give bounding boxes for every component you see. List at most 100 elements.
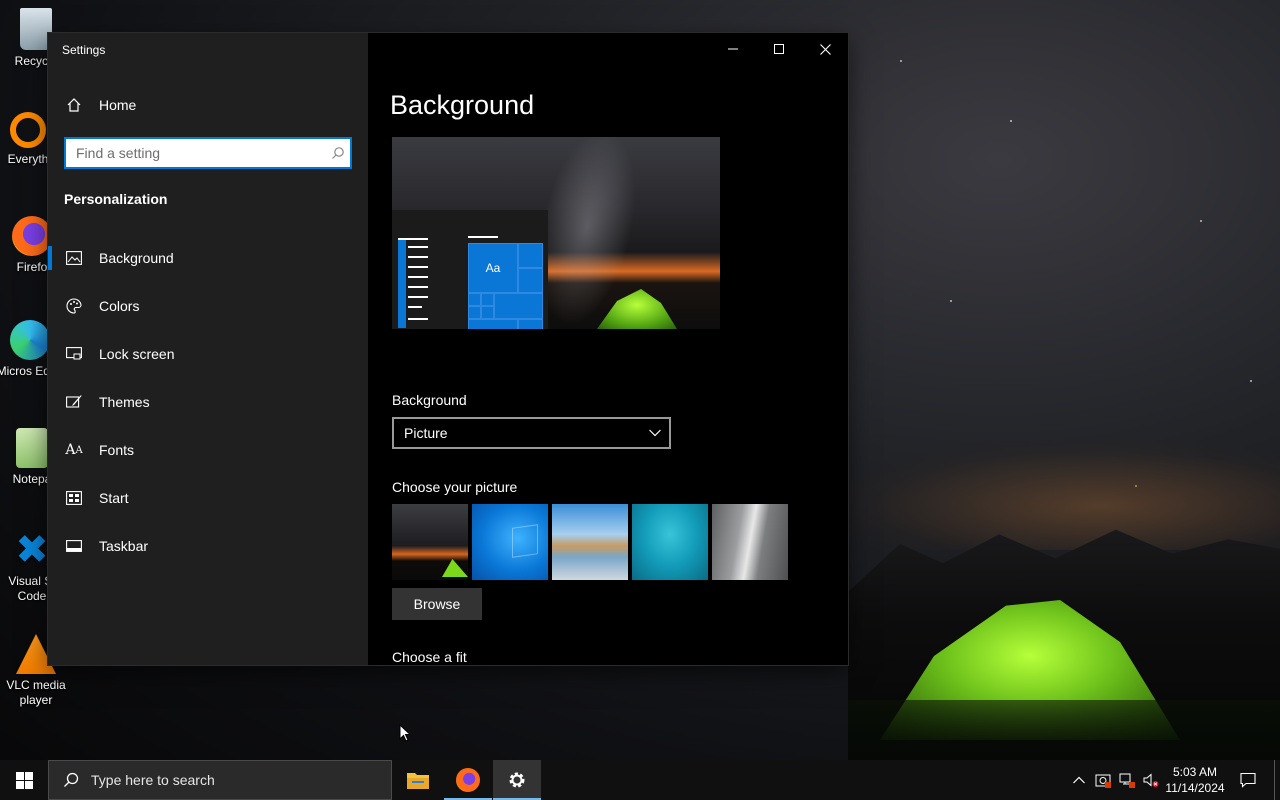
settings-sidebar: Settings Home Personalization Background xyxy=(48,33,368,665)
taskbar-settings[interactable] xyxy=(493,760,541,800)
show-desktop-button[interactable] xyxy=(1274,760,1280,800)
thumbnail-underwater[interactable] xyxy=(632,504,708,580)
background-type-select[interactable]: Picture xyxy=(392,417,671,449)
preview-line xyxy=(408,246,428,248)
settings-content: Background Aa Background Picture Choose … xyxy=(368,33,848,665)
home-icon xyxy=(64,95,84,115)
preview-line xyxy=(468,236,498,238)
taskbar-file-explorer[interactable] xyxy=(394,760,442,800)
star xyxy=(1200,220,1202,222)
sidebar-item-taskbar[interactable]: Taskbar xyxy=(48,526,368,566)
preview-line xyxy=(408,266,428,268)
thumbnail-windows-logo xyxy=(512,524,538,558)
search-icon xyxy=(64,772,79,787)
preview-line xyxy=(408,276,428,278)
font-icon: AA xyxy=(65,442,83,458)
sidebar-item-label: Start xyxy=(99,490,129,506)
preview-line xyxy=(398,238,428,240)
wallpaper-horizon-glow xyxy=(830,440,1280,550)
browse-button[interactable]: Browse xyxy=(392,588,482,620)
thumbnail-beach[interactable] xyxy=(552,504,628,580)
star xyxy=(1250,380,1252,382)
taskbar-firefox[interactable] xyxy=(444,760,492,800)
picture-icon xyxy=(64,248,84,268)
firefox-icon xyxy=(456,768,480,792)
start-button[interactable] xyxy=(0,760,48,800)
desktop-icon-label: Firefo xyxy=(16,260,48,274)
taskbar-search-placeholder: Type here to search xyxy=(91,772,215,788)
sidebar-item-start[interactable]: Start xyxy=(48,478,368,518)
maximize-button[interactable] xyxy=(756,33,802,65)
sidebar-item-fonts[interactable]: AA Fonts xyxy=(48,430,368,470)
wallpaper-grass xyxy=(848,700,1280,760)
preview-tile xyxy=(494,293,543,319)
firefox-icon xyxy=(12,216,52,256)
minimize-button[interactable] xyxy=(710,33,756,65)
sidebar-item-label: Fonts xyxy=(99,442,135,458)
volume-muted-icon[interactable] xyxy=(1142,770,1160,790)
sidebar-item-lock-screen[interactable]: Lock screen xyxy=(48,334,368,374)
brush-icon xyxy=(64,392,84,412)
preview-line xyxy=(408,318,428,320)
windows-logo-icon xyxy=(15,771,33,789)
sidebar-item-label: Taskbar xyxy=(99,538,149,554)
background-label: Background xyxy=(392,392,467,408)
close-button[interactable] xyxy=(802,33,848,65)
thumbnail-windows[interactable] xyxy=(472,504,548,580)
sidebar-item-label: Themes xyxy=(99,394,150,410)
lock-screen-icon xyxy=(64,344,84,364)
taskbar-clock[interactable]: 5:03 AM 11/14/2024 xyxy=(1160,764,1230,796)
desktop-icon-label: VLC media player xyxy=(6,678,66,707)
settings-search[interactable] xyxy=(64,137,352,169)
settings-gear-icon xyxy=(509,772,525,788)
everything-icon xyxy=(10,112,46,148)
mouse-cursor-icon xyxy=(399,724,411,742)
preview-app-list-bar xyxy=(398,240,406,328)
settings-window: Settings Home Personalization Background xyxy=(48,33,848,665)
nav-home-label: Home xyxy=(99,97,137,113)
preview-tile xyxy=(481,293,494,306)
search-input[interactable] xyxy=(66,139,326,167)
sidebar-item-label: Background xyxy=(99,250,174,266)
preview-tile xyxy=(468,306,481,319)
edge-icon xyxy=(10,320,50,360)
taskbar-icon xyxy=(64,536,84,556)
preview-tile xyxy=(518,319,543,329)
thumbnail-tent[interactable] xyxy=(392,504,468,580)
chevron-down-icon xyxy=(649,429,661,437)
section-title: Personalization xyxy=(64,191,168,207)
star xyxy=(1010,120,1012,122)
notepad-icon xyxy=(16,428,48,468)
minimize-icon xyxy=(728,48,738,50)
preview-tile xyxy=(468,293,481,306)
preview-tile xyxy=(518,243,543,268)
preview-line xyxy=(408,256,428,258)
page-title: Background xyxy=(390,90,535,120)
sidebar-item-colors[interactable]: Colors xyxy=(48,286,368,326)
preview-tile xyxy=(481,306,494,319)
thumbnail-tent-shape xyxy=(442,559,468,577)
window-title: Settings xyxy=(62,43,106,57)
desktop-icon-label: Notepa xyxy=(12,472,52,486)
thumbnail-waterfall[interactable] xyxy=(712,504,788,580)
star xyxy=(950,300,952,302)
search-icon[interactable] xyxy=(326,146,350,160)
vscode-icon: ✖ xyxy=(15,528,49,572)
taskbar: Type here to search 5:03 AM 11/14/2024 xyxy=(0,760,1280,800)
sidebar-item-label: Colors xyxy=(99,298,140,314)
sidebar-item-themes[interactable]: Themes xyxy=(48,382,368,422)
show-hidden-icons-chevron-icon[interactable] xyxy=(1070,770,1088,790)
clock-date: 11/14/2024 xyxy=(1165,781,1225,795)
sidebar-item-background[interactable]: Background xyxy=(48,238,368,278)
sidebar-item-label: Lock screen xyxy=(99,346,175,362)
taskbar-search-box[interactable]: Type here to search xyxy=(48,760,392,800)
preview-tile xyxy=(518,268,543,293)
background-preview: Aa xyxy=(392,137,720,329)
preview-line xyxy=(408,286,428,288)
action-center-icon[interactable] xyxy=(1238,770,1258,790)
nav-home[interactable]: Home xyxy=(48,85,368,125)
network-icon[interactable] xyxy=(1118,770,1136,790)
choose-picture-label: Choose your picture xyxy=(392,479,518,495)
security-shield-icon[interactable] xyxy=(1094,770,1112,790)
desktop-icon-label: Everyth xyxy=(7,152,49,166)
